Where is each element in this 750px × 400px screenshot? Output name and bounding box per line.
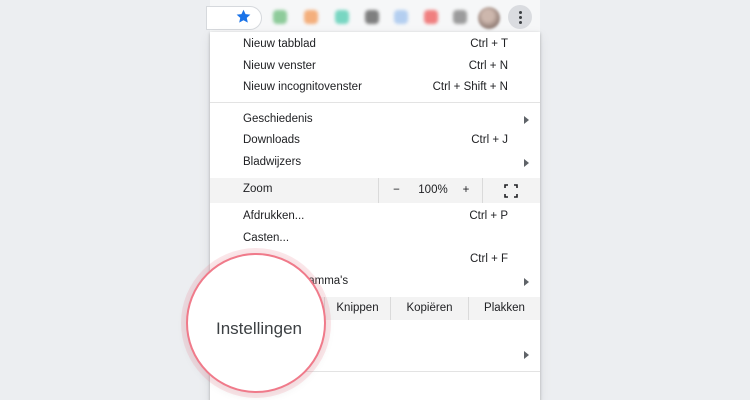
- extension-icon[interactable]: [273, 10, 287, 24]
- extension-icon[interactable]: [365, 10, 379, 24]
- menu-item-shortcut: Ctrl + T: [470, 38, 508, 50]
- zoom-in-button[interactable]: +: [452, 178, 480, 203]
- menu-item-new-incognito[interactable]: Nieuw incognitovenster Ctrl + Shift + N: [210, 78, 540, 99]
- profile-avatar[interactable]: [478, 7, 500, 29]
- copy-button[interactable]: Kopiëren: [390, 297, 468, 320]
- address-bar-end[interactable]: [206, 6, 262, 30]
- menu-item-downloads[interactable]: Downloads Ctrl + J: [210, 131, 540, 152]
- menu-item-shortcut: Ctrl + N: [468, 60, 508, 72]
- zoom-out-button[interactable]: −: [378, 178, 414, 203]
- menu-item-shortcut: Ctrl + F: [469, 253, 508, 265]
- cut-button[interactable]: Knippen: [324, 297, 390, 320]
- fullscreen-button[interactable]: [482, 178, 540, 203]
- menu-item-bookmarks[interactable]: Bladwijzers: [210, 153, 540, 174]
- star-icon[interactable]: [235, 8, 252, 25]
- extension-icon[interactable]: [424, 10, 438, 24]
- submenu-arrow-icon: [524, 116, 529, 124]
- extension-icon[interactable]: [394, 10, 408, 24]
- extension-icon[interactable]: [453, 10, 467, 24]
- menu-item-label: Bladwijzers: [243, 156, 302, 168]
- menu-item-label: Geschiedenis: [243, 113, 313, 125]
- submenu-arrow-icon: [524, 351, 529, 359]
- menu-item-cast[interactable]: Casten...: [210, 229, 540, 250]
- zoom-label: Zoom: [243, 183, 273, 195]
- three-dots-vertical-icon[interactable]: [508, 5, 532, 29]
- menu-item-label: Nieuw tabblad: [243, 38, 316, 50]
- menu-item-label: Afdrukken...: [243, 210, 305, 222]
- menu-item-shortcut: Ctrl + J: [471, 134, 508, 146]
- magnifier-highlight: Instellingen: [186, 253, 326, 393]
- menu-item-shortcut: Ctrl + Shift + N: [432, 81, 508, 93]
- menu-item-new-tab[interactable]: Nieuw tabblad Ctrl + T: [210, 35, 540, 56]
- menu-item-label: Downloads: [243, 134, 300, 146]
- submenu-arrow-icon: [524, 159, 529, 167]
- fullscreen-icon: [504, 184, 518, 198]
- extension-icon[interactable]: [335, 10, 349, 24]
- settings-label[interactable]: Instellingen: [216, 319, 302, 339]
- menu-item-shortcut: Ctrl + P: [469, 210, 508, 222]
- menu-item-label: Nieuw venster: [243, 60, 316, 72]
- zoom-row: Zoom − 100% +: [210, 178, 540, 203]
- zoom-level: 100%: [418, 184, 448, 196]
- menu-divider: [210, 102, 540, 103]
- submenu-arrow-icon: [524, 278, 529, 286]
- menu-item-new-window[interactable]: Nieuw venster Ctrl + N: [210, 57, 540, 78]
- menu-item-label: Nieuw incognitovenster: [243, 81, 362, 93]
- paste-button[interactable]: Plakken: [468, 297, 540, 320]
- menu-item-print[interactable]: Afdrukken... Ctrl + P: [210, 207, 540, 228]
- extension-icon[interactable]: [304, 10, 318, 24]
- menu-item-label: Casten...: [243, 232, 290, 244]
- menu-item-history[interactable]: Geschiedenis: [210, 110, 540, 131]
